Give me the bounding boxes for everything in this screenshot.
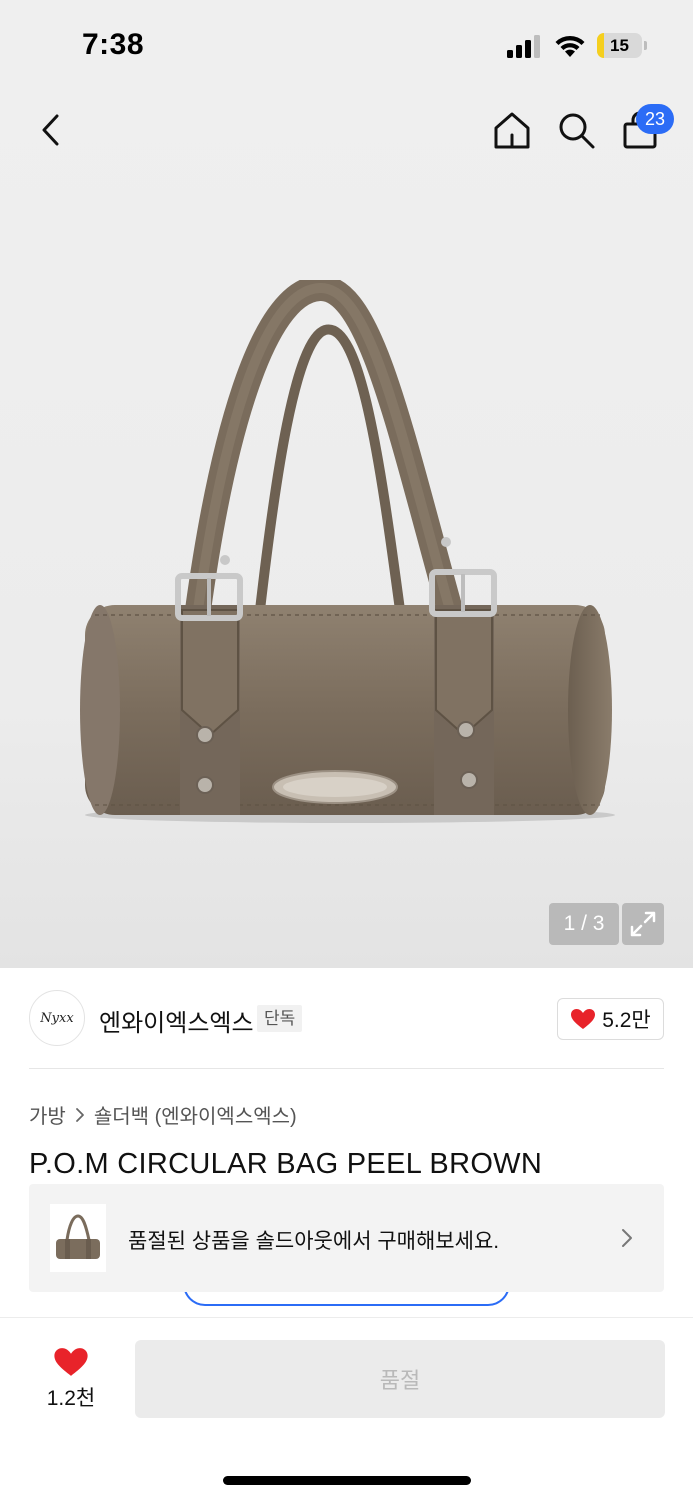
back-chevron-icon [42,114,59,146]
exclusive-badge: 단독 [257,1005,303,1032]
soldout-banner-text: 품절된 상품을 솔드아웃에서 구매해보세요. [128,1230,500,1253]
product-title: P.O.M CIRCULAR BAG PEEL BROWN [29,1148,543,1180]
battery-level: 15 [610,36,629,55]
wifi-icon [555,35,585,57]
status-bar: 7:38 15 [0,0,693,90]
brand-logo-text: Nyxx [40,1010,74,1026]
image-counter: 1 / 3 [549,903,619,945]
product-photo [80,280,615,823]
soldout-thumbnail [50,1204,106,1272]
heart-icon [571,1009,596,1029]
wishlist-count: 1.2천 [46,1387,96,1410]
battery-charging-icon: 15 [597,33,647,58]
back-button[interactable] [30,110,70,150]
breadcrumb-category[interactable]: 가방 [29,1100,66,1129]
status-time: 7:38 [82,28,145,61]
cart-count-badge: 23 [636,104,674,134]
search-icon [559,113,595,149]
home-indicator [223,1476,471,1485]
chevron-right-icon [622,1229,632,1247]
soldout-banner[interactable]: 품절된 상품을 솔드아웃에서 구매해보세요. [29,1184,664,1292]
home-icon [494,112,530,149]
expand-image-button[interactable] [622,903,664,945]
brand-like-count: 5.2만 [602,1009,651,1032]
brand-name[interactable]: 엔와이엑스엑스 [99,1003,254,1038]
heart-icon [54,1348,88,1376]
home-button[interactable] [490,108,534,152]
brand-logo[interactable]: Nyxx [29,990,85,1046]
brand-like-button[interactable]: 5.2만 [557,998,664,1040]
divider [29,1068,664,1069]
expand-icon [630,911,656,937]
product-image-gallery[interactable]: 23 1 / 3 [0,90,693,968]
search-button[interactable] [554,108,598,152]
breadcrumb: 가방 숄더백 (엔와이엑스엑스) [29,1100,297,1129]
soldout-button[interactable]: 품절 [135,1340,665,1418]
brand-row[interactable]: Nyxx 엔와이엑스엑스 단독 5.2만 [0,968,693,1068]
chevron-right-icon [75,1107,84,1122]
bottom-action-bar: 1.2천 품절 [0,1317,693,1500]
bag-thumbnail-icon [56,1214,100,1259]
wishlist-button[interactable]: 1.2천 [34,1346,108,1422]
breadcrumb-subcategory[interactable]: 숄더백 (엔와이엑스엑스) [94,1100,297,1129]
signal-icon [507,35,540,58]
